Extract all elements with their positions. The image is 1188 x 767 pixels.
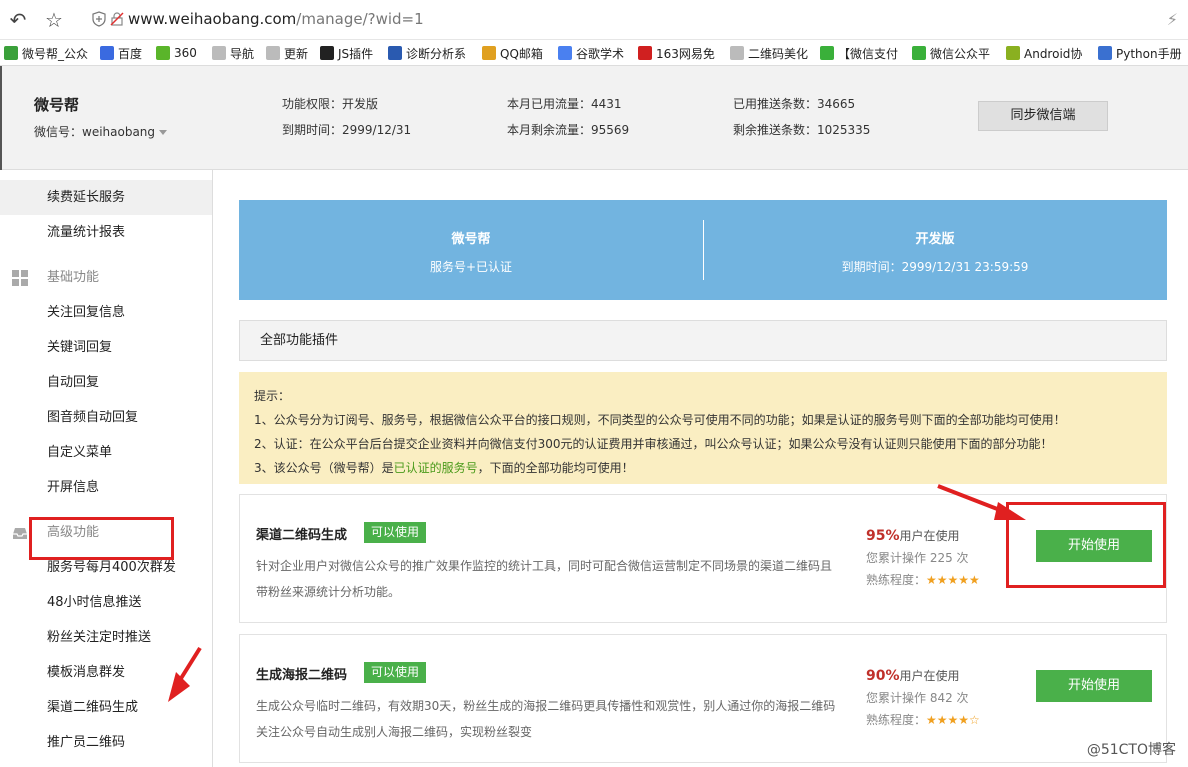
watermark: @51CTO博客	[1086, 742, 1176, 758]
usage-count: 您累计操作 842 次	[866, 691, 969, 705]
banner-expire: 到期时间：2999/12/31 23:59:59	[841, 260, 1029, 274]
inbox-icon	[13, 528, 27, 539]
sidebar-item-auto-reply[interactable]: 自动回复	[0, 365, 212, 400]
bookmark-favicon-icon	[156, 46, 170, 60]
sidebar-item-48h-push[interactable]: 48小时信息推送	[0, 585, 212, 620]
notice-head: 提示：	[254, 389, 291, 403]
bookmark-item[interactable]: 微信公众平	[912, 43, 990, 63]
sidebar-item-channel-qrcode[interactable]: 渠道二维码生成	[0, 690, 212, 725]
sidebar-item-promoter-qrcode[interactable]: 推广员二维码	[0, 725, 212, 760]
bookmark-item[interactable]: 二维码美化	[730, 43, 808, 63]
bookmark-favicon-icon	[912, 46, 926, 60]
used-flow-stat: 本月已用流量：4431	[507, 97, 622, 111]
bookmark-item[interactable]: 谷歌学术	[558, 43, 624, 63]
sidebar-item-template-msg[interactable]: 模板消息群发	[0, 655, 212, 690]
sidebar-item-keyword-reply[interactable]: 关键词回复	[0, 330, 212, 365]
bookmark-favicon-icon	[638, 46, 652, 60]
sidebar-group-basic: 基础功能	[0, 260, 212, 295]
sidebar-item-follow-reply[interactable]: 关注回复信息	[0, 295, 212, 330]
notice-line-3: 3、该公众号（微号帮）是已认证的服务号，下面的全部功能均可使用！	[254, 461, 634, 475]
banner-edition: 开发版	[915, 232, 955, 247]
start-button[interactable]: 开始使用	[1036, 670, 1152, 702]
bookmark-favicon-icon	[266, 46, 280, 60]
back-icon[interactable]: ↶	[6, 8, 30, 32]
notice-line-2: 2、认证：在公众平台后台提交企业资料并向微信支付300元的认证费用并审核通过，叫…	[254, 437, 1053, 451]
card-description: 生成公众号临时二维码，有效期30天，粉丝生成的海报二维码更具传播性和观赏性，别人…	[256, 699, 836, 739]
sidebar-item-timed-push[interactable]: 粉丝关注定时推送	[0, 620, 212, 655]
account-name: 微号帮	[34, 96, 80, 114]
plugin-card-poster-qrcode: 生成海报二维码 可以使用 生成公众号临时二维码，有效期30天，粉丝生成的海报二维…	[239, 634, 1167, 763]
shield-icon	[92, 11, 106, 27]
bookmark-favicon-icon	[1006, 46, 1020, 60]
lightning-icon[interactable]: ⚡	[1167, 10, 1178, 29]
account-header: 微号帮 微信号：weihaobang 功能权限：开发版 到期时间：2999/12…	[0, 66, 1188, 170]
wechat-id-dropdown[interactable]: 微信号：weihaobang	[34, 123, 168, 140]
usage-count: 您累计操作 225 次	[866, 551, 969, 565]
bookmark-favicon-icon	[820, 46, 834, 60]
caret-down-icon	[159, 130, 168, 135]
sidebar-item-splash-info[interactable]: 开屏信息	[0, 470, 212, 505]
sidebar-item-traffic-report[interactable]: 流量统计报表	[0, 215, 212, 250]
used-push-stat: 已用推送条数：34665	[733, 97, 856, 111]
card-title: 生成海报二维码	[256, 668, 348, 683]
bookmark-item[interactable]: 诊断分析系	[388, 43, 466, 63]
insecure-lock-icon	[110, 12, 124, 26]
highlight-box-sidebar	[29, 517, 174, 560]
grid-icon	[12, 270, 28, 286]
status-badge: 可以使用	[364, 522, 427, 543]
banner-account-name: 微号帮	[451, 232, 491, 247]
bookmark-item[interactable]: 【微信支付	[820, 43, 898, 63]
left-flow-stat: 本月剩余流量：95569	[507, 123, 630, 137]
usage-percent: 90%用户在使用	[866, 668, 960, 684]
sidebar: 续费延长服务 流量统计报表 基础功能 关注回复信息 关键词回复 自动回复 图音频…	[0, 170, 213, 767]
skill-level: 熟练程度：★★★★★	[866, 573, 980, 587]
notice-box: 提示： 1、公众号分为订阅号、服务号，根据微信公众平台的接口规则，不同类型的公众…	[239, 372, 1167, 484]
star-rating-icon: ★★★★★	[926, 573, 980, 587]
bookmark-item[interactable]: 163网易免	[638, 43, 715, 63]
bookmarks-bar: 微号帮_公众 百度 360 导航 更新 JS插件 诊断分析系 QQ邮箱 谷歌学术 163网易免 二维…	[0, 40, 1188, 66]
notice-line-1: 1、公众号分为订阅号、服务号，根据微信公众平台的接口规则，不同类型的公众号可使用…	[254, 413, 1066, 427]
bookmark-favicon-icon	[558, 46, 572, 60]
bookmark-favicon-icon	[212, 46, 226, 60]
card-title: 渠道二维码生成	[256, 528, 348, 543]
bookmark-favicon-icon	[1098, 46, 1112, 60]
sidebar-item-media-reply[interactable]: 图音频自动回复	[0, 400, 212, 435]
bookmark-favicon-icon	[730, 46, 744, 60]
bookmark-favicon-icon	[100, 46, 114, 60]
usage-percent: 95%用户在使用	[866, 528, 960, 544]
bookmark-favicon-icon	[388, 46, 402, 60]
bookmark-item[interactable]: QQ邮箱	[482, 43, 543, 63]
permission-stat: 功能权限：开发版	[282, 97, 379, 111]
bookmark-item[interactable]: 更新	[266, 43, 308, 63]
bookmark-item[interactable]: 导航	[212, 43, 254, 63]
banner-account-type: 服务号+已认证	[429, 260, 513, 274]
left-push-stat: 剩余推送条数：1025335	[733, 123, 871, 137]
expire-stat: 到期时间：2999/12/31	[282, 123, 412, 137]
bookmark-item[interactable]: Python手册	[1098, 43, 1182, 63]
sidebar-item-custom-menu[interactable]: 自定义菜单	[0, 435, 212, 470]
bookmark-item[interactable]: JS插件	[320, 43, 373, 63]
sync-wechat-button[interactable]: 同步微信端	[978, 101, 1108, 131]
bookmark-item[interactable]: 百度	[100, 43, 142, 63]
url-input[interactable]: www.weihaobang.com/manage/?wid=1	[128, 10, 424, 28]
bookmark-favicon-icon	[482, 46, 496, 60]
address-bar: ↶ ☆ www.weihaobang.com/manage/?wid=1 ⚡	[0, 0, 1188, 40]
account-banner: 微号帮 服务号+已认证 开发版 到期时间：2999/12/31 23:59:59	[239, 200, 1167, 300]
section-title: 全部功能插件	[239, 320, 1167, 361]
sidebar-item-renew[interactable]: 续费延长服务	[0, 180, 212, 215]
bookmark-favicon-icon	[320, 46, 334, 60]
card-description: 针对企业用户对微信公众号的推广效果作监控的统计工具，同时可配合微信运营制定不同场…	[256, 559, 833, 599]
highlight-box-button	[1006, 502, 1166, 588]
star-icon[interactable]: ☆	[42, 8, 66, 32]
status-badge: 可以使用	[364, 662, 427, 683]
star-rating-icon: ★★★★☆	[926, 713, 980, 727]
bookmark-item[interactable]: Android协	[1006, 43, 1082, 63]
bookmark-favicon-icon	[4, 46, 18, 60]
bookmark-item[interactable]: 360	[156, 43, 197, 63]
skill-level: 熟练程度：★★★★☆	[866, 713, 980, 727]
bookmark-item[interactable]: 微号帮_公众	[4, 43, 88, 63]
